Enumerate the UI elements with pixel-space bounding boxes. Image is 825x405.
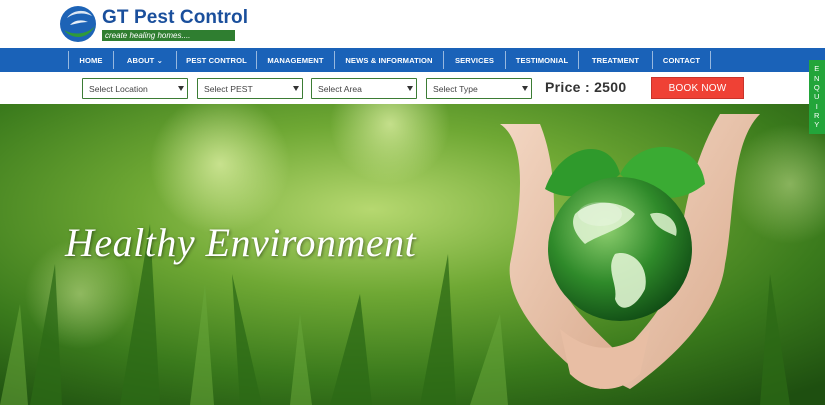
book-now-button[interactable]: BOOK NOW bbox=[651, 77, 744, 99]
enquiry-letter: I bbox=[815, 101, 819, 111]
nav-item-testimonial[interactable]: TESTIMONIAL bbox=[506, 48, 578, 72]
hero-banner: Healthy Environment bbox=[0, 104, 825, 405]
enquiry-letter: Y bbox=[814, 120, 820, 130]
pest-select-value: Select PEST bbox=[204, 83, 253, 94]
nav-item-home[interactable]: HOME bbox=[69, 48, 113, 72]
site-header: GT Pest Control create healing homes.... bbox=[0, 0, 825, 48]
dropdown-arrow-icon bbox=[293, 86, 299, 91]
enquiry-letter: N bbox=[814, 73, 820, 83]
enquiry-letter: Q bbox=[813, 83, 821, 93]
enquiry-tab[interactable]: E N Q U I R Y bbox=[809, 60, 825, 134]
enquiry-letter: U bbox=[814, 92, 820, 102]
nav-item-services[interactable]: SERVICES bbox=[444, 48, 505, 72]
dropdown-arrow-icon bbox=[407, 86, 413, 91]
globe-swoosh-icon bbox=[58, 4, 98, 44]
area-select-value: Select Area bbox=[318, 83, 362, 94]
hero-title: Healthy Environment bbox=[65, 220, 417, 265]
type-select-value: Select Type bbox=[433, 83, 478, 94]
nav-divider bbox=[710, 51, 711, 69]
dropdown-arrow-icon bbox=[522, 86, 528, 91]
type-select[interactable]: Select Type bbox=[426, 78, 532, 99]
brand-tagline: create healing homes.... bbox=[102, 29, 235, 41]
area-select[interactable]: Select Area bbox=[311, 78, 417, 99]
brand-name: GT Pest Control bbox=[102, 6, 249, 28]
location-select[interactable]: Select Location bbox=[82, 78, 188, 99]
nav-item-contact[interactable]: CONTACT bbox=[653, 48, 710, 72]
nav-item-about[interactable]: ABOUT ⌄ bbox=[114, 48, 176, 72]
pest-select[interactable]: Select PEST bbox=[197, 78, 303, 99]
enquiry-letter: R bbox=[814, 110, 820, 120]
main-nav: HOME ABOUT ⌄ PEST CONTROL MANAGEMENT NEW… bbox=[0, 48, 825, 72]
nav-item-management[interactable]: MANAGEMENT bbox=[257, 48, 334, 72]
nav-item-treatment[interactable]: TREATMENT bbox=[579, 48, 652, 72]
price-display: Price : 2500 bbox=[545, 79, 627, 95]
nav-item-pest-control[interactable]: PEST CONTROL bbox=[177, 48, 256, 72]
logo[interactable]: GT Pest Control create healing homes.... bbox=[58, 4, 248, 44]
enquiry-letter: E bbox=[814, 64, 820, 74]
nav-item-news[interactable]: NEWS & INFORMATION bbox=[335, 48, 443, 72]
location-select-value: Select Location bbox=[89, 83, 148, 94]
dropdown-arrow-icon bbox=[178, 86, 184, 91]
